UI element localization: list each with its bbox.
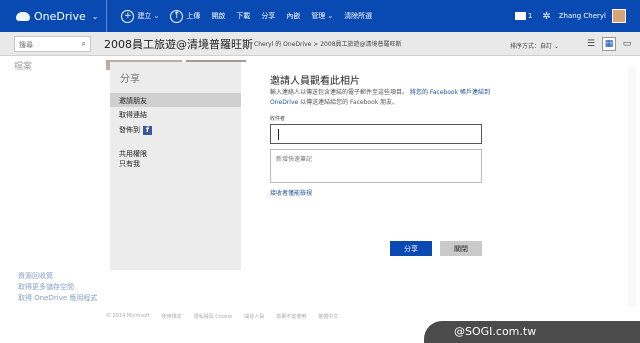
onedrive-brand[interactable]: OneDrive ⌄ [0, 0, 108, 32]
user-name[interactable]: Zhang Cheryl [559, 12, 606, 20]
note-placeholder: 新增快速筆記 [276, 156, 313, 163]
plus-circle-icon: + [121, 9, 135, 23]
avatar[interactable] [612, 9, 626, 23]
permissions-value: 只有我 [119, 160, 140, 168]
search-placeholder: 搜尋 [19, 41, 33, 49]
option-label: 取得連結 [119, 111, 147, 119]
create-button[interactable]: + 建立 ⌄ [121, 9, 160, 23]
search-icon[interactable]: ⌕ [82, 39, 86, 49]
gear-icon[interactable]: ✲ [542, 11, 550, 22]
note-field[interactable]: 新增快速筆記 [270, 149, 482, 183]
details-pane-icon[interactable]: ▭ [620, 37, 634, 51]
open-label: 開啟 [211, 12, 226, 20]
clear-selection-button[interactable]: 清除所選 [344, 11, 372, 21]
app-name: OneDrive [34, 9, 86, 23]
clear-selection-label: 清除所選 [344, 12, 373, 20]
thumbnails-view-icon[interactable]: ▦ [602, 37, 616, 51]
search-input[interactable]: 搜尋 ⌕ [14, 36, 91, 52]
upload-button[interactable]: ↑ 上傳 [170, 9, 201, 23]
chevron-down-icon: ⌄ [91, 11, 99, 21]
share-label: 分享 [261, 12, 276, 20]
permissions-label: 共用權限 [119, 150, 147, 158]
dialog-title: 分享 [120, 74, 140, 85]
manage-label: 管理 [311, 12, 326, 20]
album-header: 搜尋 ⌕ 2008員工旅遊@清境普羅旺斯 Cheryl 的 OneDrive >… [0, 32, 640, 56]
to-label: 收件者 [270, 116, 286, 122]
description-text: 輸入連絡人以傳送包含連結的電子郵件至這些項目。 [270, 89, 409, 96]
download-button[interactable]: 下載 [236, 11, 250, 21]
share-button[interactable]: 分享 [390, 241, 432, 256]
embed-button[interactable]: 內嵌 [286, 11, 300, 21]
chevron-down-icon: ⌄ [153, 12, 160, 20]
close-button[interactable]: 關閉 [440, 241, 482, 256]
option-label: 發佈到 [119, 126, 140, 134]
upload-label: 上傳 [186, 12, 201, 20]
invite-form: 邀請人員觀看此相片 輸入連絡人以傳送包含連結的電子郵件至這些項目。 將您的 Fa… [270, 62, 620, 270]
upload-icon: ↑ [170, 9, 184, 23]
text-cursor [278, 129, 279, 140]
chevron-down-icon: ⌄ [327, 12, 334, 20]
notification-count: 1 [527, 12, 533, 20]
option-post-to[interactable]: 發佈到 f [110, 122, 241, 136]
app-bar: OneDrive ⌄ + 建立 ⌄ ↑ 上傳 開啟 下載 分享 內嵌 管理 ⌄ … [0, 0, 640, 32]
option-invite-people[interactable]: 邀請朋友 [110, 93, 241, 107]
watermark: @SOGI.com.tw [424, 321, 640, 343]
option-label: 邀請朋友 [119, 97, 147, 105]
share-dialog: 分享 邀請朋友 取得連結 發佈到 f 共用權限 只有我 邀請人員觀看此相片 輸入連… [110, 62, 628, 270]
option-get-link[interactable]: 取得連結 [110, 107, 241, 121]
share-command-button[interactable]: 分享 [261, 11, 275, 21]
invite-heading: 邀請人員觀看此相片 [270, 76, 360, 87]
facebook-icon: f [143, 125, 152, 135]
notifications-icon[interactable] [514, 12, 526, 20]
command-bar: + 建立 ⌄ ↑ 上傳 開啟 下載 分享 內嵌 管理 ⌄ 清除所選 [121, 0, 383, 32]
recipient-permission-link[interactable]: 接收者僅能檢視 [270, 188, 312, 197]
manage-button[interactable]: 管理 ⌄ [311, 11, 333, 21]
user-area: 1 ✲ Zhang Cheryl [514, 0, 626, 32]
download-label: 下載 [236, 12, 251, 20]
open-button[interactable]: 開啟 [211, 11, 225, 21]
page-title: 2008員工旅遊@清境普羅旺斯 [104, 38, 253, 51]
to-field[interactable] [270, 124, 482, 144]
description-text-2: 以傳送連結給您的 Facebook 朋友。 [300, 99, 399, 106]
embed-label: 內嵌 [286, 12, 301, 20]
onedrive-cloud-icon [16, 11, 30, 21]
sort-dropdown[interactable]: 排序方式：自訂 ⌄ [510, 41, 559, 50]
breadcrumb[interactable]: Cheryl 的 OneDrive > 2008員工旅遊@清境普羅旺斯 [254, 39, 402, 48]
share-options-pane: 分享 邀請朋友 取得連結 發佈到 f 共用權限 只有我 [110, 62, 241, 270]
details-view-icon[interactable]: ☰ [584, 37, 598, 51]
invite-description: 輸入連絡人以傳送包含連結的電子郵件至這些項目。 將您的 Facebook 帳戶連… [270, 88, 492, 108]
create-label: 建立 [137, 12, 152, 20]
